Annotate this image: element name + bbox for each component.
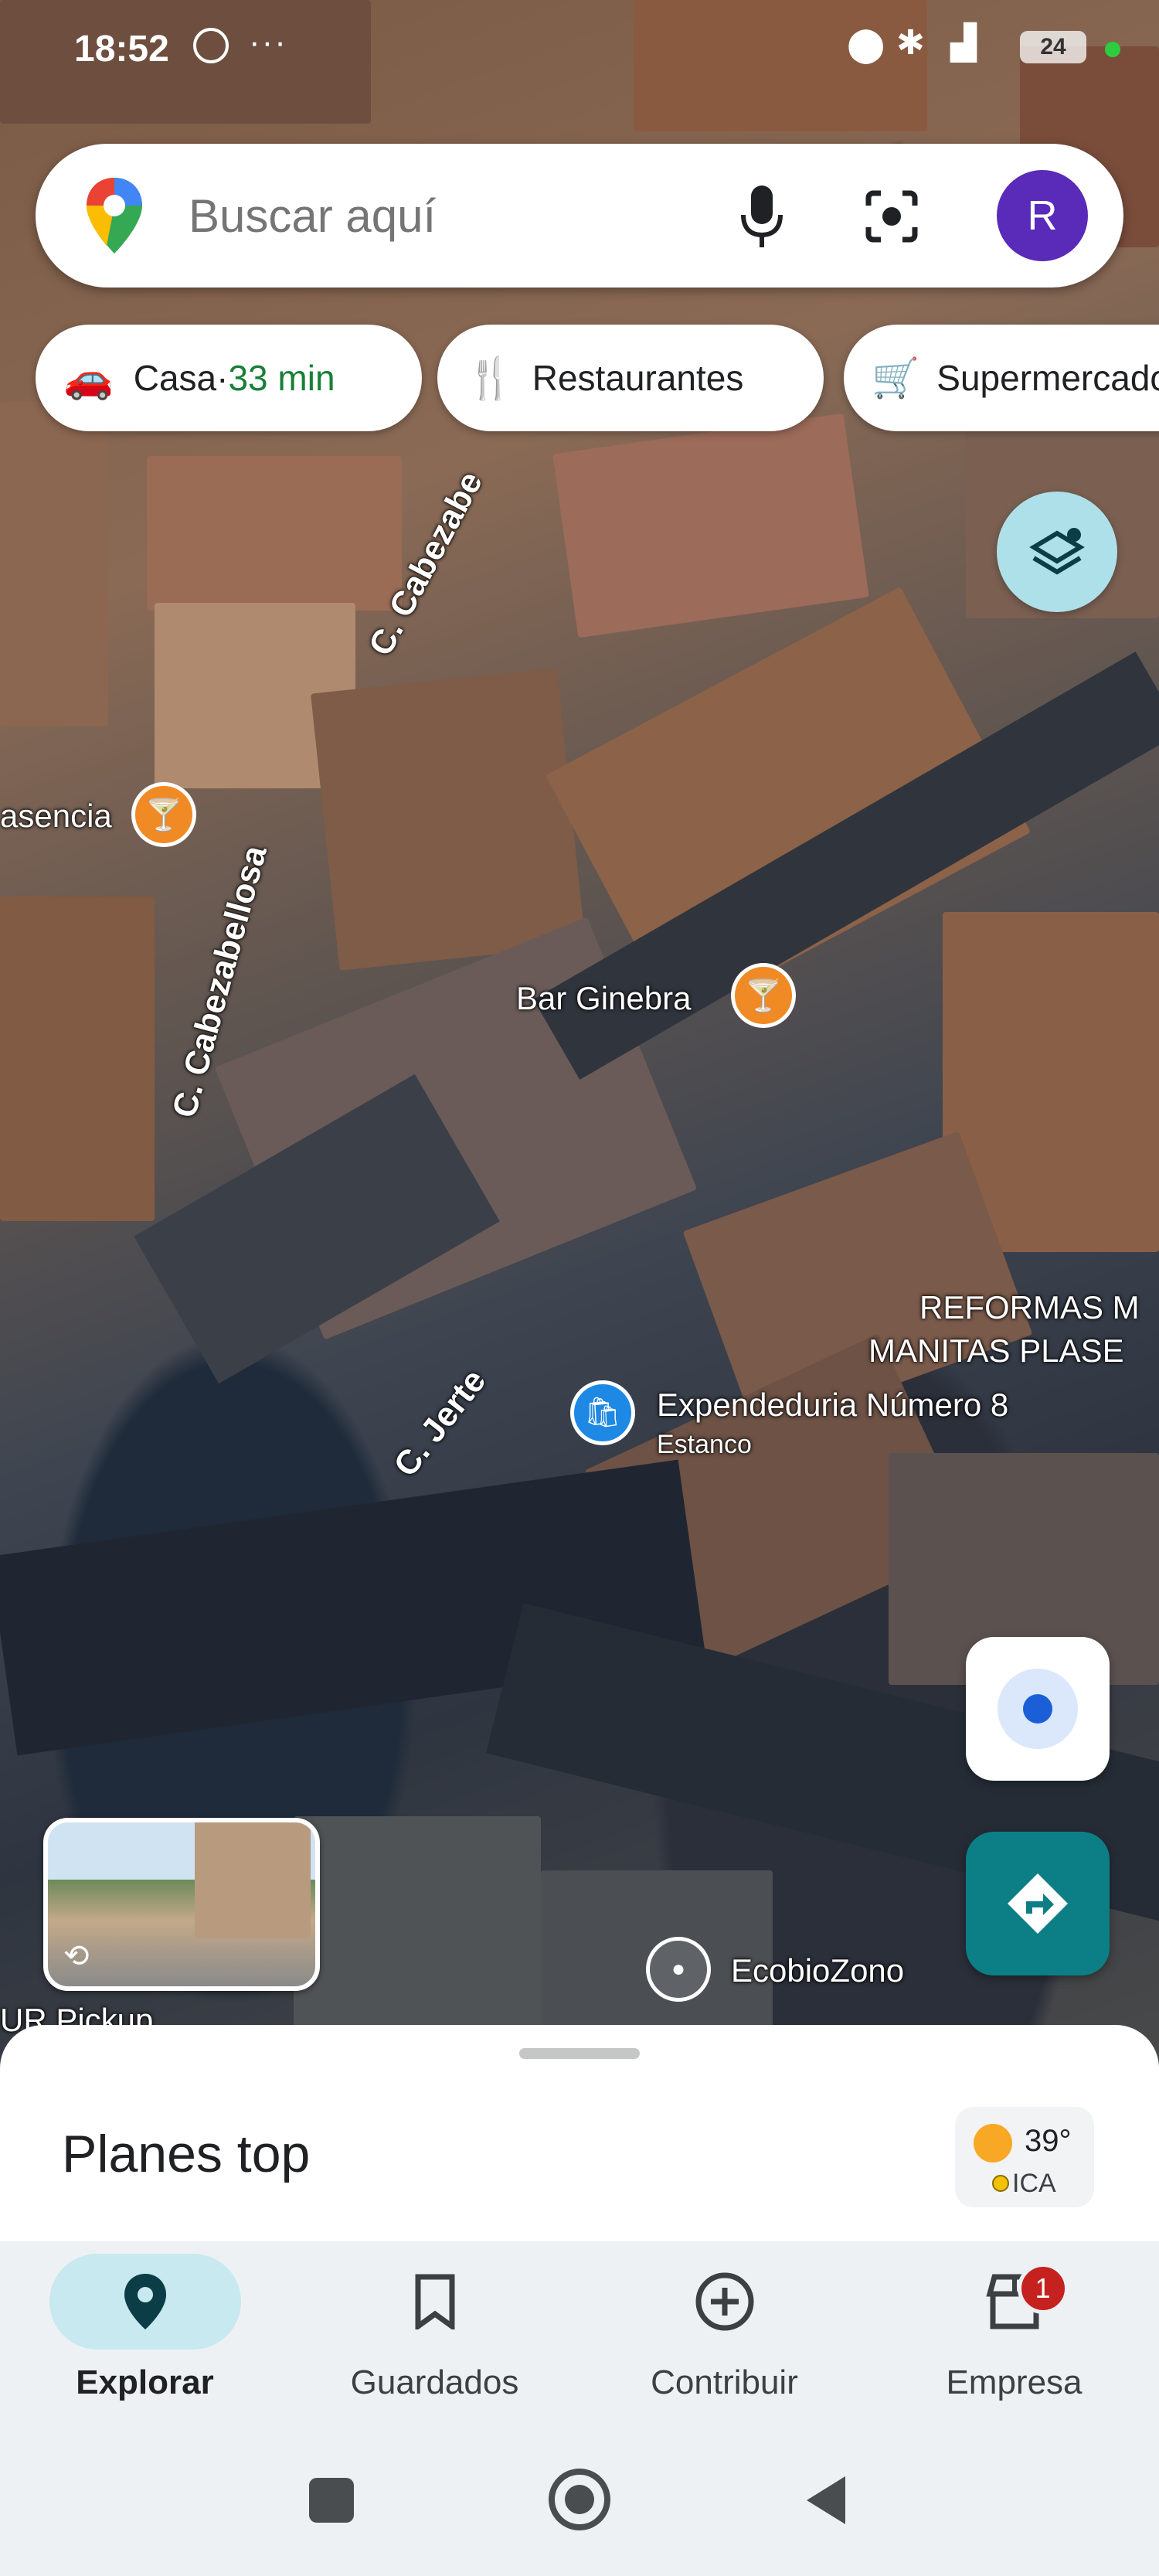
nav-contribute[interactable]: Contribuir	[580, 2249, 869, 2427]
street-view-thumbnail[interactable]: ⟲	[43, 1818, 320, 1991]
dot-indicator-icon	[1105, 42, 1120, 57]
car-icon: 🚗	[63, 356, 114, 401]
bookmark-icon	[415, 2274, 454, 2329]
lens-camera-icon[interactable]	[862, 187, 921, 246]
whatsapp-icon	[193, 28, 229, 63]
back-button[interactable]	[804, 2473, 850, 2527]
poi-subtitle: Estanco	[657, 1430, 752, 1459]
search-input[interactable]	[187, 179, 731, 252]
nav-label: Explorar	[76, 2363, 214, 2401]
recent-apps-button[interactable]	[309, 2478, 354, 2523]
chip-label: Casa	[133, 358, 217, 398]
poi-label[interactable]: REFORMAS M	[919, 1289, 1140, 1326]
bluetooth-icon: ✱	[896, 24, 925, 62]
chip-separator: ·	[216, 358, 229, 398]
restaurant-icon: 🍴	[465, 356, 515, 401]
location-pin-icon	[124, 2274, 166, 2329]
poi-label[interactable]: MANITAS PLASE	[868, 1332, 1124, 1370]
signal-icon: ▟	[950, 24, 977, 62]
more-dots-icon: ···	[249, 23, 287, 61]
nav-label: Empresa	[946, 2363, 1083, 2401]
drag-handle[interactable]	[519, 2048, 640, 2059]
sun-icon	[974, 2124, 1012, 2163]
notification-badge: 1	[1017, 2263, 1069, 2314]
poi-label[interactable]: Bar Ginebra	[516, 980, 691, 1017]
cart-icon: 🛒	[872, 356, 920, 400]
chip-home[interactable]: 🚗 Casa · 33 min	[36, 325, 422, 431]
home-button[interactable]	[549, 2469, 610, 2530]
location-dot-icon	[998, 1669, 1078, 1749]
nav-active-pill	[49, 2254, 241, 2350]
avatar-letter: R	[1027, 192, 1058, 239]
cocktail-icon[interactable]: 🍸	[131, 782, 196, 847]
location-icon: ⬤	[847, 26, 885, 63]
add-circle-icon	[695, 2272, 753, 2331]
shopping-bag-icon[interactable]: 🛍	[570, 1380, 635, 1445]
nav-explore[interactable]: Explorar	[0, 2249, 290, 2427]
chip-label: Restaurantes	[532, 358, 744, 398]
directions-icon	[1008, 1873, 1068, 1934]
bottom-sheet[interactable]: Planes top 39° ICA	[0, 2025, 1159, 2241]
nav-saved[interactable]: Guardados	[290, 2249, 580, 2427]
cocktail-icon[interactable]: 🍸	[731, 963, 796, 1028]
poi-label[interactable]: asencia	[0, 798, 112, 835]
status-time: 18:52	[74, 29, 169, 70]
rotate-360-icon: ⟲	[63, 1939, 90, 1973]
chip-restaurants[interactable]: 🍴 Restaurantes	[437, 325, 824, 431]
battery-icon: 24	[1020, 31, 1086, 63]
maps-logo-icon	[87, 178, 142, 254]
chip-label: Supermercados	[936, 358, 1159, 398]
status-bar: 18:52 ··· ⬤ ✱ ▟ 24	[0, 0, 1159, 100]
chip-eta: 33 min	[228, 358, 335, 398]
badge-count: 1	[1035, 2272, 1051, 2304]
street-label: C. Jerte	[386, 1362, 494, 1484]
directions-button[interactable]	[966, 1832, 1110, 1975]
microphone-icon[interactable]	[739, 184, 785, 249]
my-location-button[interactable]	[966, 1637, 1110, 1781]
poi-label[interactable]: Expendeduria Número 8	[657, 1387, 1008, 1424]
place-pin-icon[interactable]: ●	[646, 1937, 711, 2002]
layers-icon	[1029, 528, 1085, 575]
nav-label: Guardados	[350, 2363, 519, 2401]
nav-business[interactable]: 1 Empresa	[869, 2249, 1159, 2427]
aqi-label: ICA	[1012, 2169, 1056, 2198]
weather-temp: 39°	[1025, 2124, 1072, 2158]
poi-label[interactable]: EcobioZono	[731, 1952, 904, 1989]
search-bar[interactable]: R	[36, 144, 1123, 288]
aqi-dot-icon	[992, 2175, 1009, 2192]
battery-level: 24	[1040, 34, 1066, 60]
avatar[interactable]: R	[997, 170, 1088, 261]
layers-button[interactable]	[997, 492, 1117, 612]
chip-supermarkets[interactable]: 🛒 Supermercados	[844, 325, 1159, 431]
nav-label: Contribuir	[651, 2363, 798, 2401]
weather-widget[interactable]: 39° ICA	[955, 2107, 1094, 2207]
sheet-title: Planes top	[62, 2125, 311, 2183]
